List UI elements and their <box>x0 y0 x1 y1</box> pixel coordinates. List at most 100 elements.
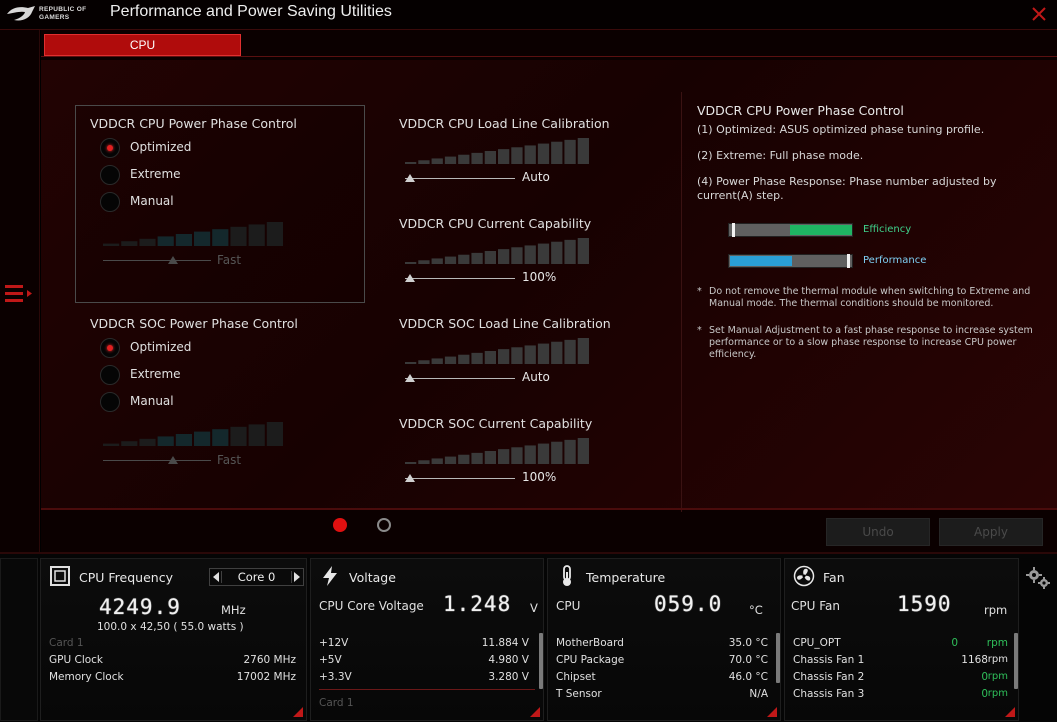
slider-step <box>484 251 496 264</box>
slider-step <box>157 236 174 246</box>
page-dot-2[interactable] <box>377 518 391 532</box>
fan-chassis-1-unit: rpm <box>987 654 1008 665</box>
tab-cpu[interactable]: CPU <box>44 34 241 56</box>
cpu-phase-title: VDDCR CPU Power Phase Control <box>90 116 297 131</box>
slider-step <box>418 260 430 264</box>
slider-step <box>418 160 430 164</box>
undo-button[interactable]: Undo <box>826 518 930 546</box>
slider-step <box>175 434 192 446</box>
expand-corner-icon[interactable] <box>767 707 777 717</box>
voltage-panel: Voltage CPU Core Voltage 1.248 V +12V 11… <box>310 558 544 721</box>
cpu-llc-slider-steps <box>405 138 589 164</box>
slider-step <box>564 239 576 264</box>
core-selector-value: Core 0 <box>237 570 276 584</box>
cpu-core-voltage-label: CPU Core Voltage <box>319 599 424 613</box>
core-selector[interactable]: Core 0 <box>209 568 304 586</box>
cpu-llc-slider-thumb[interactable] <box>405 174 415 182</box>
cpu-llc-slider-track[interactable] <box>405 178 515 179</box>
page-dot-1[interactable] <box>333 518 347 532</box>
apply-button[interactable]: Apply <box>939 518 1043 546</box>
memory-clock-label: Memory Clock <box>49 671 124 683</box>
slider-step <box>212 229 229 246</box>
slider-step <box>266 422 283 446</box>
soc-llc-slider-thumb[interactable] <box>405 374 415 382</box>
motherboard-temp-value: 35.0 °C <box>728 637 768 649</box>
close-icon[interactable] <box>1029 4 1049 24</box>
temperature-panel: Temperature CPU 059.0 °C MotherBoard 35.… <box>547 558 781 721</box>
slider-step <box>471 452 483 464</box>
slider-step <box>405 462 417 464</box>
slider-step <box>498 449 510 464</box>
cpu-phase-slider-steps <box>103 222 283 246</box>
motherboard-temp-label: MotherBoard <box>556 637 624 649</box>
cpu-core-voltage-value: 1.248 <box>443 592 512 616</box>
voltage-12v-value: 11.884 V <box>481 637 529 649</box>
fan-chassis-1-label: Chassis Fan 1 <box>793 654 865 666</box>
soc-phase-slider-steps <box>103 422 283 446</box>
slider-step <box>103 243 120 246</box>
main-panel: CPU VDDCR CPU Power Phase Control Optimi… <box>41 30 1057 552</box>
cpu-phase-slider-track[interactable] <box>103 260 211 261</box>
slider-step <box>405 162 417 164</box>
cpu-phase-slider-thumb[interactable] <box>168 256 178 264</box>
slider-step <box>524 345 536 364</box>
cpu-fan-label: CPU Fan <box>791 599 840 613</box>
rog-eye-icon <box>7 6 35 21</box>
slider-step <box>103 443 120 446</box>
slider-step <box>121 441 138 446</box>
cpu-fan-unit: rpm <box>984 603 1008 617</box>
soc-llc-slider-track[interactable] <box>405 378 515 379</box>
slider-step <box>537 243 550 264</box>
soc-current-title: VDDCR SOC Current Capability <box>399 416 593 431</box>
cpu-frequency-title: CPU Frequency <box>79 570 173 585</box>
temperature-title: Temperature <box>586 570 666 585</box>
help-title: VDDCR CPU Power Phase Control <box>697 103 904 118</box>
t-sensor-temp-label: T Sensor <box>556 688 602 700</box>
voltage-scrollbar[interactable] <box>539 633 543 689</box>
soc-phase-slider-thumb[interactable] <box>168 456 178 464</box>
cpu-llc-title: VDDCR CPU Load Line Calibration <box>399 116 610 131</box>
settings-gear-icon[interactable] <box>1025 566 1051 590</box>
slider-step <box>498 249 510 264</box>
cpu-current-slider-track[interactable] <box>405 278 515 279</box>
soc-phase-slider-track[interactable] <box>103 460 211 461</box>
soc-current-slider-track[interactable] <box>405 478 515 479</box>
system-monitor: CPU Frequency Core 0 4249.9 MHz 100.0 x … <box>0 552 1057 722</box>
slider-step <box>511 347 523 364</box>
slider-step <box>484 151 496 164</box>
expand-corner-icon[interactable] <box>1005 707 1015 717</box>
voltage-card-label: Card 1 <box>319 697 354 706</box>
expand-corner-icon[interactable] <box>530 707 540 717</box>
chipset-temp-value: 46.0 °C <box>728 671 768 683</box>
slider-step <box>577 238 589 264</box>
fan-scrollbar[interactable] <box>1014 633 1018 689</box>
cpu-current-value: 100% <box>522 270 557 284</box>
cpu-package-temp-label: CPU Package <box>556 654 625 666</box>
cpu-temp-value: 059.0 <box>654 592 723 616</box>
slider-step <box>194 431 211 446</box>
slider-step <box>511 447 523 464</box>
soc-phase-slider-value: Fast <box>217 453 242 467</box>
cpu-temp-unit: °C <box>749 603 763 617</box>
temperature-scrollbar[interactable] <box>776 633 780 683</box>
slider-step <box>577 138 589 164</box>
fan-chassis-1-value: 1168 <box>961 654 988 666</box>
slider-step <box>524 445 536 464</box>
slider-step <box>230 426 247 446</box>
slider-step <box>431 358 443 364</box>
slider-step <box>551 341 563 364</box>
lightning-icon <box>323 566 337 586</box>
performance-label: Performance <box>863 255 927 266</box>
cpu-core-voltage-unit: V <box>530 601 538 615</box>
thermometer-icon <box>563 565 571 586</box>
soc-current-slider-thumb[interactable] <box>405 474 415 482</box>
next-core-icon[interactable] <box>294 572 300 582</box>
menu-icon[interactable] <box>5 283 37 305</box>
slider-step <box>444 156 457 164</box>
expand-corner-icon[interactable] <box>293 707 303 717</box>
cpu-current-slider-thumb[interactable] <box>405 274 415 282</box>
fan-cpu-opt-value: 0 <box>951 637 958 649</box>
slider-step <box>484 451 496 464</box>
slider-step <box>405 262 417 264</box>
slider-step <box>418 460 430 464</box>
